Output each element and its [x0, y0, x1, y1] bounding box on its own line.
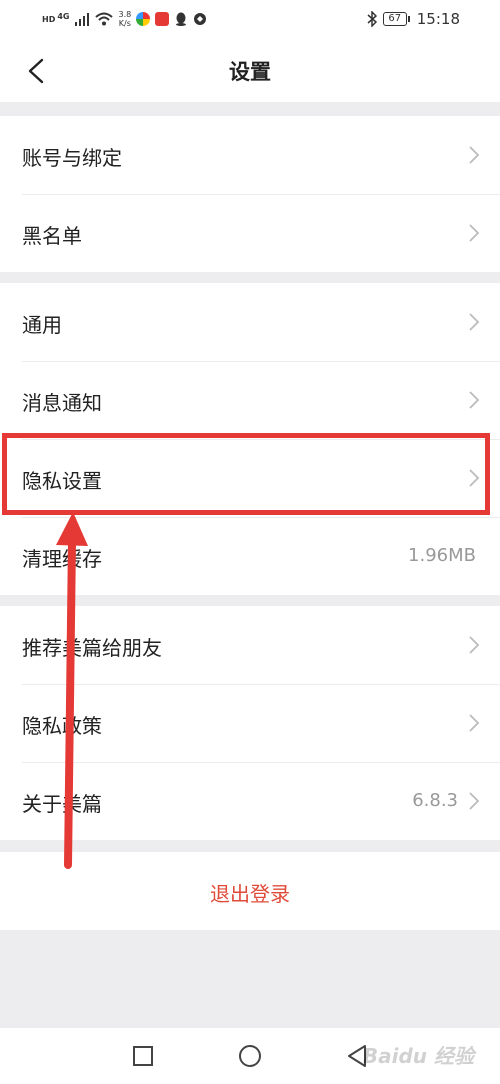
header-bar: 设置: [0, 40, 500, 102]
signal-icon: [75, 13, 90, 26]
chevron-right-icon: [469, 714, 480, 732]
row-label: 通用: [22, 313, 62, 337]
battery-icon: 67: [382, 12, 410, 26]
hd-indicator: HD: [42, 14, 56, 24]
settings-group-general: 通用 消息通知 隐私设置 清理缓存 1.96MB: [0, 283, 500, 595]
row-label: 清理缓存: [22, 547, 102, 571]
privacy-settings-row[interactable]: 隐私设置: [0, 439, 500, 517]
wifi-icon: [95, 12, 114, 26]
clock: 15:18: [416, 10, 460, 28]
settings-group-about: 推荐美篇给朋友 隐私政策 关于美篇 6.8.3: [0, 606, 500, 840]
logout-label: 退出登录: [210, 882, 290, 906]
recents-button[interactable]: [129, 1042, 157, 1070]
red-app-icon: [155, 12, 170, 26]
chevron-right-icon: [469, 391, 480, 409]
bluetooth-icon: [367, 11, 377, 27]
chevron-right-icon: [469, 313, 480, 331]
row-label: 隐私政策: [22, 714, 102, 738]
status-bar-right: 67 15:18: [367, 10, 460, 28]
settings-group-account: 账号与绑定 黑名单: [0, 116, 500, 272]
privacy-policy-row[interactable]: 隐私政策: [0, 684, 500, 762]
clear-cache-row[interactable]: 清理缓存 1.96MB: [0, 517, 500, 595]
cache-size-value: 1.96MB: [408, 545, 476, 566]
app-notification-icon: [136, 12, 151, 26]
account-binding-row[interactable]: 账号与绑定: [0, 116, 500, 194]
page-title: 设置: [229, 60, 271, 84]
circle-icon: [239, 1045, 261, 1067]
recommend-row[interactable]: 推荐美篇给朋友: [0, 606, 500, 684]
row-label: 账号与绑定: [22, 146, 122, 170]
row-label: 消息通知: [22, 391, 102, 415]
about-row[interactable]: 关于美篇 6.8.3: [0, 762, 500, 840]
row-label: 黑名单: [22, 224, 82, 248]
home-button[interactable]: [236, 1042, 264, 1070]
chevron-right-icon: [469, 224, 480, 242]
square-icon: [133, 1046, 153, 1066]
network-type: 4G: [57, 11, 70, 21]
status-bar-left: HD 4G 3.8 K/s: [42, 10, 207, 28]
qq-icon: [176, 12, 187, 26]
row-label: 关于美篇: [22, 792, 102, 816]
version-value: 6.8.3: [412, 790, 458, 811]
blacklist-row[interactable]: 黑名单: [0, 194, 500, 272]
row-label: 隐私设置: [22, 469, 102, 493]
watermark: Baidu 经验: [362, 1044, 474, 1068]
chevron-right-icon: [469, 146, 480, 164]
chevron-right-icon: [469, 636, 480, 654]
general-row[interactable]: 通用: [0, 283, 500, 361]
notification-row[interactable]: 消息通知: [0, 361, 500, 439]
chevron-right-icon: [469, 469, 480, 487]
logout-button[interactable]: 退出登录: [0, 852, 500, 930]
chevron-right-icon: [469, 792, 480, 810]
row-label: 推荐美篇给朋友: [22, 636, 162, 660]
network-speed: 3.8 K/s: [118, 10, 132, 28]
sync-icon: [194, 13, 207, 25]
status-bar: HD 4G 3.8 K/s 67 15:18: [0, 0, 500, 40]
